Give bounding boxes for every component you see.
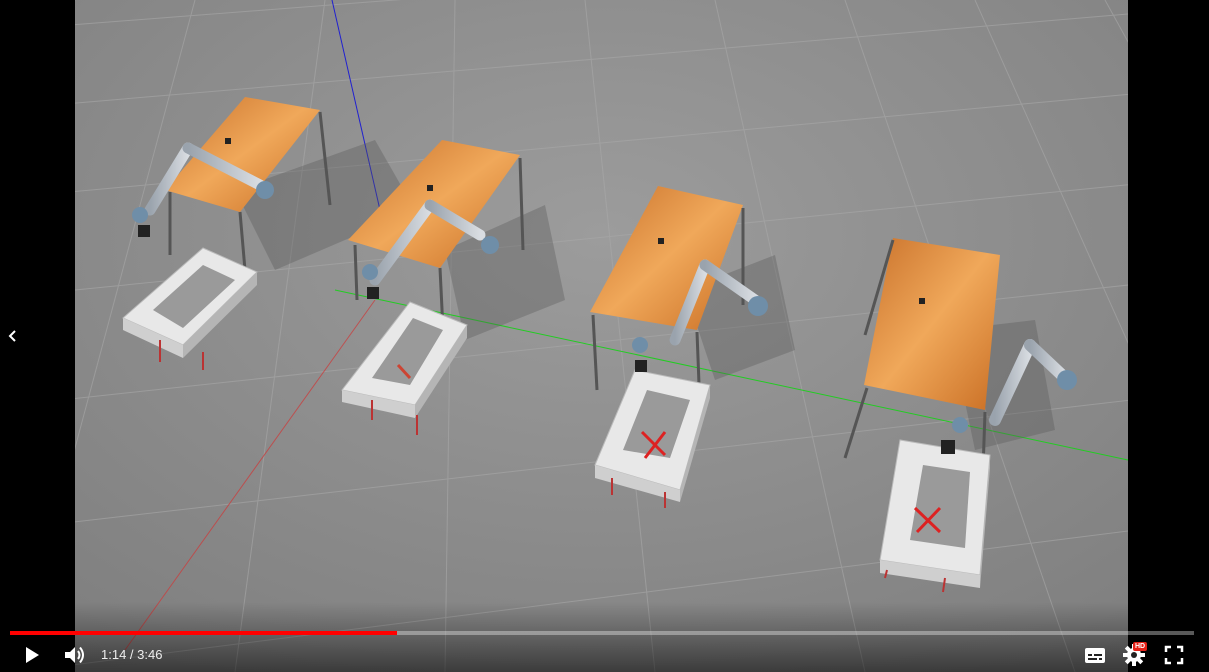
subtitles-button[interactable] (1080, 640, 1110, 670)
volume-icon (65, 646, 84, 664)
progress-bar[interactable] (10, 631, 1194, 635)
cube-object (427, 185, 433, 191)
current-time: 1:14 (101, 647, 127, 662)
progress-played (10, 631, 398, 635)
fullscreen-button[interactable] (1160, 640, 1188, 670)
cube-object (919, 298, 925, 304)
control-bar: 1:14 / 3:46 HD (0, 638, 1209, 672)
previous-button[interactable] (2, 324, 24, 348)
cube-object (225, 138, 231, 144)
video-frame[interactable] (75, 0, 1128, 672)
play-icon (26, 647, 39, 663)
simulation-scene (75, 0, 1128, 672)
chevron-left-icon (8, 330, 16, 342)
time-separator: / (126, 647, 138, 662)
settings-button[interactable]: HD (1119, 640, 1149, 670)
play-button[interactable] (16, 640, 48, 670)
duration: 3:46 (137, 647, 163, 662)
video-player[interactable]: 1:14 / 3:46 HD (0, 0, 1209, 672)
subtitles-icon (1085, 648, 1105, 663)
mute-button[interactable] (58, 640, 92, 670)
cube-object (658, 238, 664, 244)
hd-badge: HD (1133, 642, 1148, 651)
time-display: 1:14 / 3:46 (101, 647, 162, 663)
fullscreen-icon (1164, 645, 1184, 665)
